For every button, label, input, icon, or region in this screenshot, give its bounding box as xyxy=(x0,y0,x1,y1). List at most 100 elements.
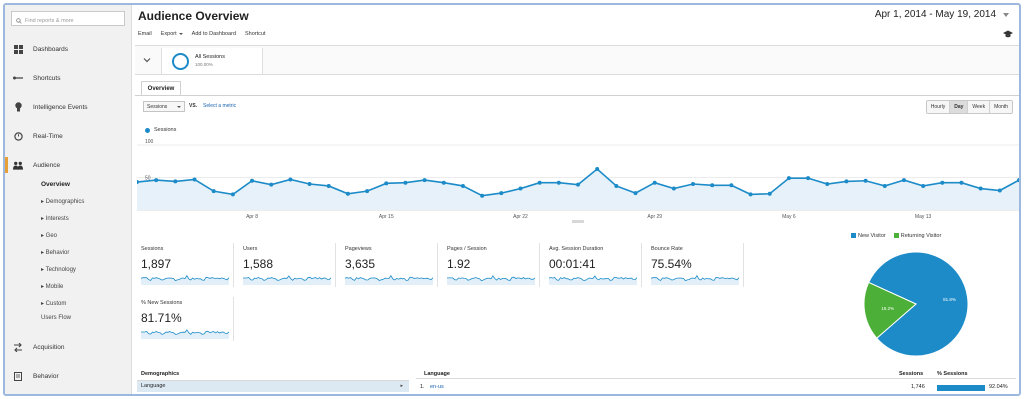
sidebar-item-intelligence-events[interactable]: Intelligence Events xyxy=(5,99,132,115)
pie-slice-label: 18.2% xyxy=(881,306,894,311)
sidebar-sub-users-flow[interactable]: Users Flow xyxy=(41,315,71,321)
export-label: Export xyxy=(160,31,177,37)
language-link[interactable]: en-us xyxy=(430,384,444,390)
demographics-item: Language xyxy=(141,383,166,389)
sparkline-area xyxy=(651,275,739,285)
data-point xyxy=(748,192,753,197)
sidebar-item-shortcuts[interactable]: Shortcuts xyxy=(5,70,132,86)
row-pct-bar xyxy=(937,385,985,391)
sidebar-sub-custom[interactable]: ▸ Custom xyxy=(41,300,66,307)
people-icon xyxy=(13,160,23,170)
segment-all-sessions[interactable]: All Sessions 100.00% xyxy=(161,48,263,74)
main-content: Audience Overview Apr 1, 2014 - May 19, … xyxy=(133,5,1019,394)
scorecard-value: 75.54% xyxy=(651,257,692,271)
data-point xyxy=(786,176,791,181)
data-point xyxy=(978,186,983,191)
legend-swatch xyxy=(893,233,899,239)
chevron-down-icon[interactable] xyxy=(143,56,151,64)
granularity-month[interactable]: Month xyxy=(989,101,1012,113)
resize-handle xyxy=(572,220,584,223)
sidebar-item-acquisition[interactable]: Acquisition xyxy=(5,339,132,355)
add-to-dashboard-button[interactable]: Add to Dashboard xyxy=(192,31,236,37)
select-metric-link[interactable]: Select a metric xyxy=(203,103,236,109)
granularity-hourly[interactable]: Hourly xyxy=(926,101,950,113)
shortcut-button[interactable]: Shortcut xyxy=(245,31,265,37)
scorecard-label: Pageviews xyxy=(345,246,372,252)
scorecard-sessions[interactable]: Sessions 1,897 xyxy=(137,243,234,287)
scorecard-label: Users xyxy=(243,246,258,252)
sidebar-item-real-time[interactable]: Real-Time xyxy=(5,128,132,144)
data-point xyxy=(154,178,159,183)
scorecard-value: 00:01:41 xyxy=(549,257,596,271)
sidebar-sub-behavior[interactable]: ▸ Behavior xyxy=(41,249,69,256)
data-point xyxy=(403,180,408,185)
data-point xyxy=(384,181,389,186)
data-point xyxy=(499,191,504,196)
data-point xyxy=(901,178,906,183)
scorecard-value: 3,635 xyxy=(345,257,376,271)
scorecard-pages-per-session[interactable]: Pages / Session 1.92 xyxy=(443,243,540,287)
pie-legend-returning-visitor: Returning Visitor xyxy=(893,233,942,239)
dashboard-icon xyxy=(13,44,23,54)
tab-overview[interactable]: Overview xyxy=(141,81,181,96)
sparkline-area xyxy=(141,329,229,339)
scorecard-value: 81.71% xyxy=(141,311,182,325)
sparkline xyxy=(243,275,331,285)
x-tick-label: Apr 8 xyxy=(246,214,258,220)
sidebar-item-label: Intelligence Events xyxy=(33,103,88,111)
scorecard-bounce-rate[interactable]: Bounce Rate 75.54% xyxy=(647,243,744,287)
sparkline xyxy=(447,275,535,285)
data-point xyxy=(863,178,868,183)
data-point xyxy=(326,183,331,188)
app-frame: Find reports & more Dashboards Shortcuts… xyxy=(3,3,1021,396)
scorecard-value: 1.92 xyxy=(447,257,471,271)
table-row: 1. en-us 1,746 92.04% xyxy=(416,382,1016,393)
sidebar-item-dashboards[interactable]: Dashboards xyxy=(5,41,132,57)
search-input[interactable]: Find reports & more xyxy=(11,11,125,26)
data-point xyxy=(882,183,887,188)
granularity-week[interactable]: Week xyxy=(967,101,990,113)
metric-select[interactable]: Sessions xyxy=(143,101,185,112)
sidebar-sub-overview[interactable]: Overview xyxy=(41,181,70,188)
scorecard-avg-session-duration[interactable]: Avg. Session Duration 00:01:41 xyxy=(545,243,642,287)
scorecard-new-sessions[interactable]: % New Sessions 81.71% xyxy=(137,297,234,341)
chevron-down-icon xyxy=(178,32,183,35)
data-point xyxy=(614,183,619,188)
data-point xyxy=(921,183,926,188)
x-tick-label: May 13 xyxy=(915,214,932,220)
sidebar-sub-technology[interactable]: ▸ Technology xyxy=(41,266,76,273)
scorecard-pageviews[interactable]: Pageviews 3,635 xyxy=(341,243,438,287)
email-button[interactable]: Email xyxy=(138,31,152,37)
sidebar-item-behavior[interactable]: Behavior xyxy=(5,368,132,384)
segment-bar: All Sessions 100.00% xyxy=(135,45,1019,75)
data-point xyxy=(691,182,696,186)
sidebar-sub-mobile[interactable]: ▸ Mobile xyxy=(41,283,63,290)
data-point xyxy=(729,183,734,188)
x-tick-label: May 6 xyxy=(782,214,796,220)
data-point xyxy=(307,182,312,186)
page-title: Audience Overview xyxy=(138,9,249,23)
sidebar-sub-demographics[interactable]: ▸ Demographics xyxy=(41,198,84,205)
data-point xyxy=(556,180,561,185)
data-point xyxy=(211,189,216,194)
sidebar-sub-interests[interactable]: ▸ Interests xyxy=(41,215,69,222)
x-tick-label: Apr 22 xyxy=(513,214,528,220)
sparkline xyxy=(345,274,433,285)
scorecard-users[interactable]: Users 1,588 xyxy=(239,243,336,287)
data-point xyxy=(460,183,465,188)
graduation-cap-icon[interactable] xyxy=(1003,30,1013,38)
sidebar-item-label: Acquisition xyxy=(33,343,65,351)
metric-select-value: Sessions xyxy=(147,104,168,110)
sidebar-sub-geo[interactable]: ▸ Geo xyxy=(41,232,57,239)
scorecard-label: Pages / Session xyxy=(447,246,487,252)
granularity-day[interactable]: Day xyxy=(949,101,968,113)
data-point xyxy=(269,182,274,187)
sparkline-area xyxy=(549,276,637,285)
segment-name: All Sessions xyxy=(195,54,225,60)
sidebar-item-audience[interactable]: Audience xyxy=(5,157,132,173)
pie-legend-label: Returning Visitor xyxy=(900,233,942,239)
demographics-language-row[interactable]: Language ▸ xyxy=(137,381,409,392)
export-button[interactable]: Export xyxy=(161,31,183,37)
date-range-picker[interactable]: Apr 1, 2014 - May 19, 2014 xyxy=(875,9,1009,20)
tab-divider xyxy=(135,95,1019,96)
